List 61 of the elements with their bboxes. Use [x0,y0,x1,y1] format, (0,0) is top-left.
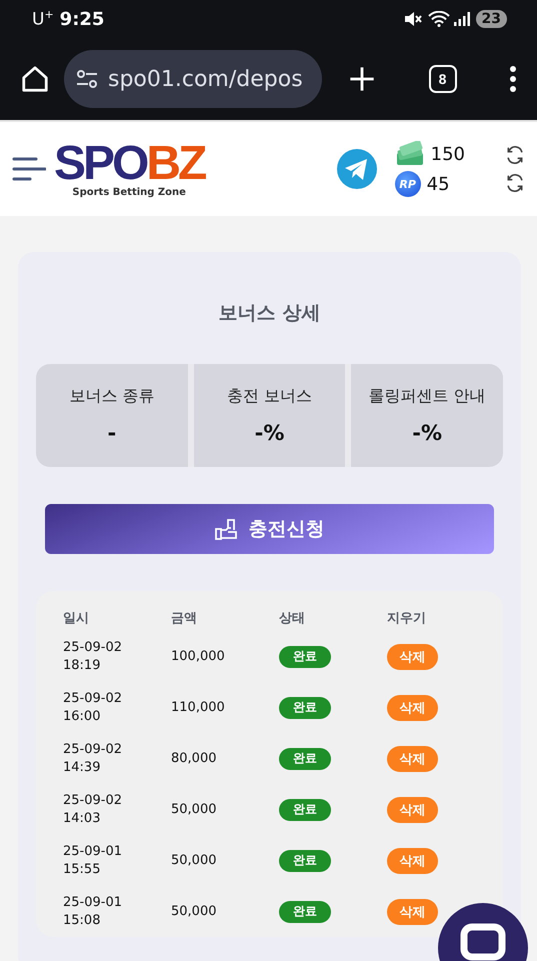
delete-button[interactable]: 삭제 [387,644,438,670]
home-button[interactable] [20,64,50,94]
bonus-label: 충전 보너스 [226,386,312,407]
chat-bubble-icon [460,923,506,961]
delete-button[interactable]: 삭제 [387,796,438,822]
section-title: 보너스 상세 [218,301,322,326]
bonus-value: - [107,421,116,445]
clock: 9:25 [60,8,104,30]
date-time-cell-text: 25-09-02 14:39 [63,740,124,776]
hand-card-icon [214,518,238,540]
status-badge: 완료 [279,850,331,872]
battery-level: 23 [476,10,507,28]
date-time-cell-text: 25-09-02 14:03 [63,792,124,828]
status-badge: 완료 [279,696,331,718]
refresh-icon[interactable] [505,145,525,165]
address-bar[interactable]: spo01.com/depos [64,50,322,108]
amount-cell-text: 110,000 [171,700,226,715]
status-badge: 완료 [279,646,331,668]
bonus-label: 보너스 종류 [69,386,154,407]
column-header: 일시 [63,610,90,627]
wifi-icon [428,11,450,27]
date-time-cell-text: 25-09-01 15:55 [63,842,124,878]
column-header: 금액 [171,610,198,627]
url-text: spo01.com/depos [108,66,303,92]
amount-cell-text: 50,000 [171,904,218,919]
new-tab-button[interactable] [348,65,376,93]
site-settings-icon[interactable] [76,70,98,88]
column-header: 상태 [279,610,306,627]
logo-tagline: Sports Betting Zone [72,188,186,198]
cash-stack-icon [394,141,425,167]
date-time-cell-text: 25-09-02 18:19 [63,638,124,674]
balance-value: 150 [430,144,465,164]
delete-button[interactable]: 삭제 [387,694,438,720]
mute-icon [404,11,422,27]
menu-button[interactable] [509,66,517,92]
date-time-cell-text: 25-09-01 15:08 [63,894,124,930]
telegram-icon[interactable] [336,149,377,189]
delete-button[interactable]: 삭제 [387,898,438,924]
signal-icon [454,12,470,26]
bonus-value: -% [412,421,442,445]
points-coin-icon: RP [394,171,421,197]
balance-value: 45 [426,174,450,194]
status-badge: 완료 [279,798,331,820]
carrier-label: U$^{+}$ [32,8,54,30]
bonus-value: -% [254,421,284,445]
delete-button[interactable]: 삭제 [387,746,438,772]
amount-cell-text: 80,000 [171,751,218,766]
amount-cell-text: 100,000 [171,649,226,664]
amount-cell-text: 50,000 [171,853,218,868]
amount-cell-text: 50,000 [171,802,218,817]
refresh-icon[interactable] [505,173,525,193]
menu-icon[interactable] [12,156,46,182]
column-header: 지우기 [387,610,427,627]
bonus-label: 롤링퍼센트 안내 [368,386,486,407]
status-badge: 완료 [279,748,331,770]
deposit-request-button[interactable]: 충전신청 [45,504,494,554]
status-badge: 완료 [279,900,331,922]
date-time-cell-text: 25-09-02 16:00 [63,690,124,726]
logo-wordmark[interactable]: SPOBZ [54,140,204,188]
delete-button[interactable]: 삭제 [387,848,438,874]
tab-switcher-button[interactable]: 8 [428,65,456,93]
